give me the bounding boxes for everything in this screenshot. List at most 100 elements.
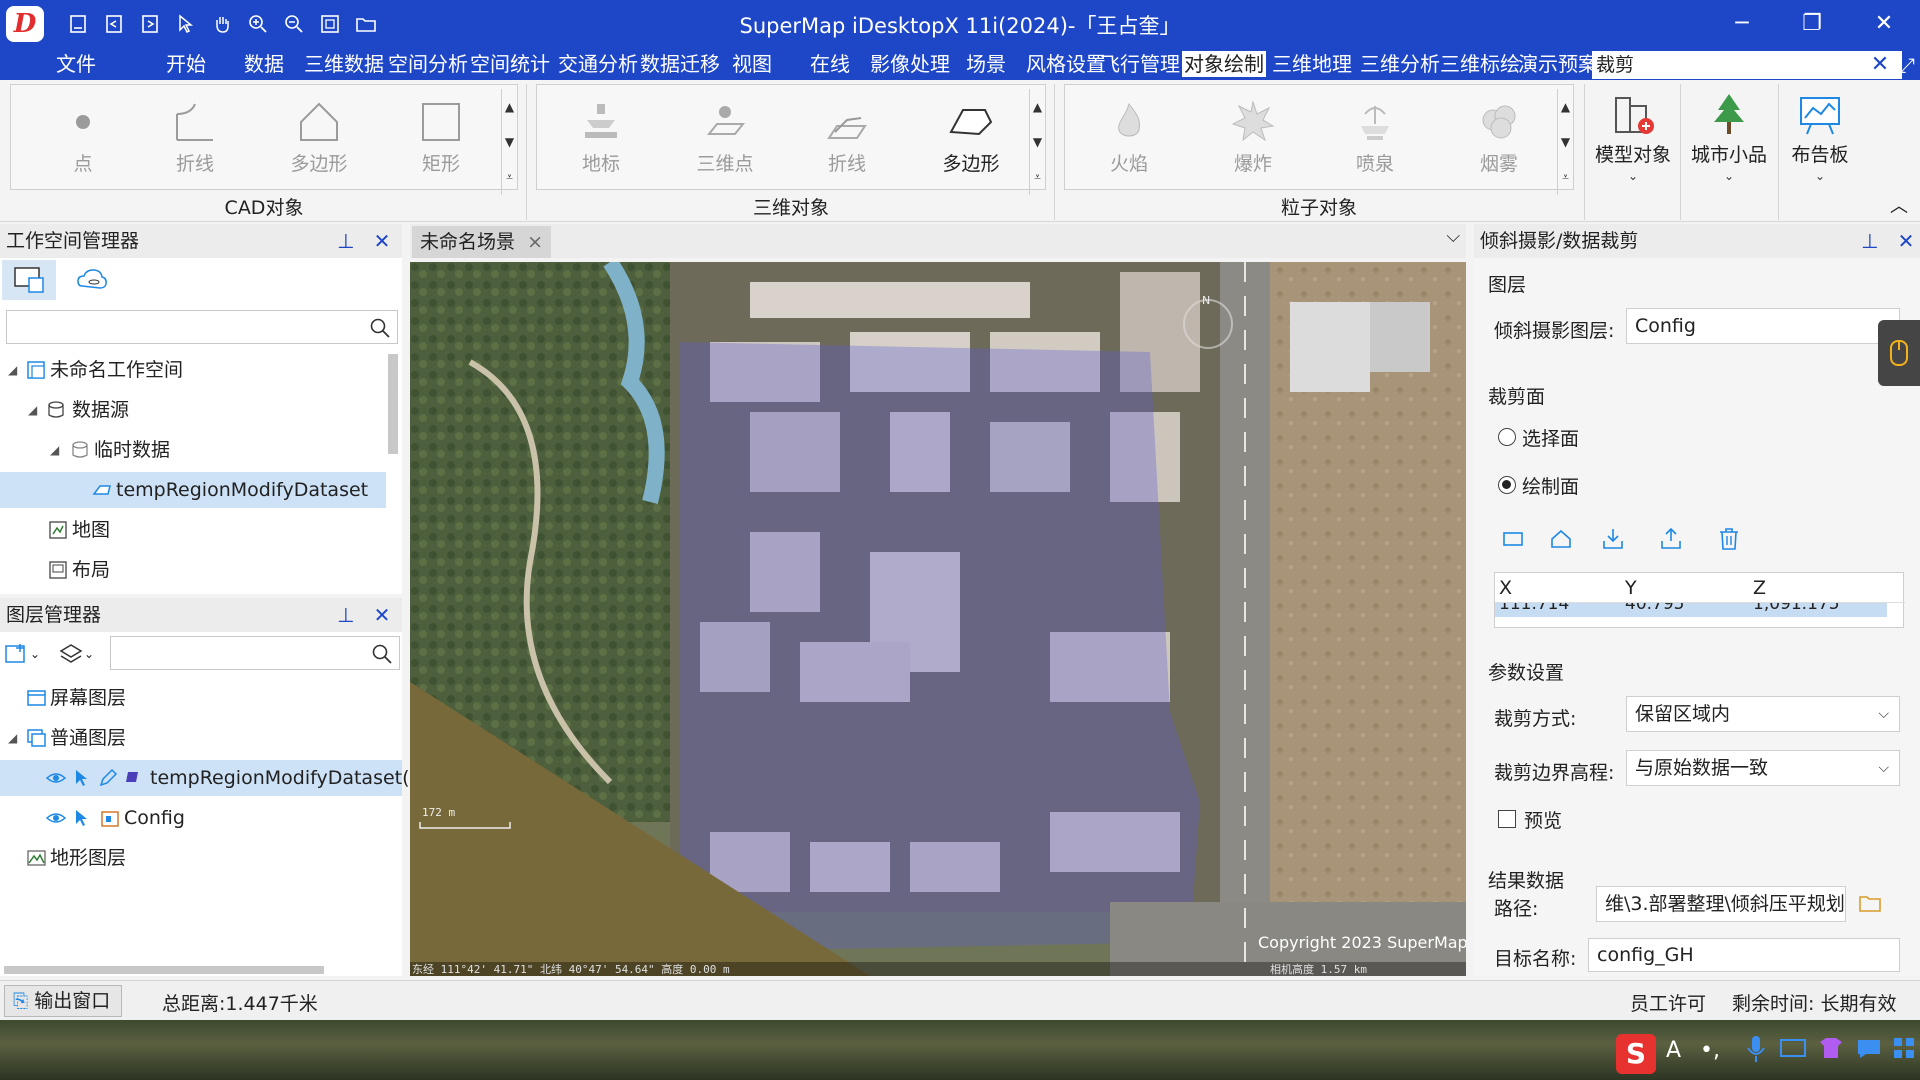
clip-mode-select[interactable]: 保留区域内 ⌵ xyxy=(1626,696,1900,732)
layer-item-normal[interactable]: ◢ 普通图层 xyxy=(0,720,402,756)
grid-menu-icon[interactable] xyxy=(1892,1036,1916,1065)
menu-scene[interactable]: 场景 xyxy=(966,51,1006,77)
menu-object-drawing[interactable]: 对象绘制 xyxy=(1182,51,1266,77)
layer-search-input[interactable] xyxy=(110,636,400,670)
select-face-radio[interactable] xyxy=(1498,428,1516,446)
expand-arrow-icon[interactable]: ◢ xyxy=(8,352,17,388)
pin-icon[interactable]: ⊥ xyxy=(1858,224,1882,258)
result-path-input[interactable]: 维\3.部署整理\倾斜压平规划 xyxy=(1596,886,1846,922)
chat-icon[interactable] xyxy=(1856,1036,1882,1065)
menu-demo-plan[interactable]: 演示预案 xyxy=(1518,51,1598,77)
panel-close-icon[interactable]: ✕ xyxy=(370,224,394,258)
menu-3d-data[interactable]: 三维数据 xyxy=(304,51,384,77)
layer-item-temp-dataset[interactable]: tempRegionModifyDataset( xyxy=(0,760,410,796)
scene-tab[interactable]: 未命名场景 × xyxy=(412,226,551,258)
close-button[interactable]: ✕ xyxy=(1864,8,1904,40)
tree-item-layouts[interactable]: 布局 xyxy=(0,552,386,588)
tree-scrollbar[interactable] xyxy=(388,354,398,454)
workspace-search-input[interactable] xyxy=(6,310,398,344)
panel-close-icon[interactable]: ✕ xyxy=(370,598,394,632)
fullscreen-icon[interactable]: ⤢ xyxy=(1895,52,1919,78)
3d-polyline-button[interactable]: 折线 xyxy=(797,95,897,176)
restore-button[interactable]: ❐ xyxy=(1792,8,1832,40)
ime-mode-icon[interactable]: A xyxy=(1666,1038,1681,1063)
menu-online[interactable]: 在线 xyxy=(810,51,850,77)
menu-start[interactable]: 开始 xyxy=(166,51,206,77)
city-furniture-button[interactable]: 城市小品 ⌄ xyxy=(1684,90,1774,183)
cad-polygon-button[interactable]: 多边形 xyxy=(269,95,369,176)
browse-folder-icon[interactable] xyxy=(1858,892,1884,916)
panel-close-icon[interactable]: ✕ xyxy=(1894,224,1918,258)
menu-traffic-analysis[interactable]: 交通分析 xyxy=(558,51,638,77)
workspace-tab-resources[interactable] xyxy=(70,260,114,300)
editable-pencil-icon[interactable] xyxy=(98,768,118,788)
3d-scene-viewport[interactable]: N 172 m 东经 111°42' 41.71" 北纬 40°47' 54.6… xyxy=(410,262,1466,976)
3d-polygon-button[interactable]: 多边形 xyxy=(921,95,1021,176)
add-layer-button[interactable]: ⌄ xyxy=(4,638,50,670)
selectable-arrow-icon[interactable] xyxy=(72,768,92,788)
oblique-layer-select[interactable]: Config xyxy=(1626,308,1900,344)
draw-face-radio[interactable] xyxy=(1498,476,1516,494)
menu-spatial-analysis[interactable]: 空间分析 xyxy=(388,51,468,77)
target-name-input[interactable]: config_GH xyxy=(1588,938,1900,972)
ime-logo-icon[interactable]: S xyxy=(1616,1034,1656,1074)
cad-gallery-scroller[interactable]: ▲ ▼ ⩡ xyxy=(501,89,517,195)
selectable-arrow-icon[interactable] xyxy=(72,808,92,828)
tree-item-datasources[interactable]: ◢ 数据源 xyxy=(0,392,386,428)
layer-hscrollbar[interactable] xyxy=(4,966,324,974)
table-row[interactable]: 111.714 40.795 1,091.175 xyxy=(1495,603,1887,617)
3d-gallery-scroller[interactable]: ▲ ▼ ⩡ xyxy=(1029,89,1045,195)
keyboard-icon[interactable] xyxy=(1780,1038,1806,1063)
particle-flame-button[interactable]: 火焰 xyxy=(1079,95,1179,176)
coordinate-table[interactable]: X Y Z 111.714 40.795 1,091.175 xyxy=(1494,572,1905,628)
export-icon[interactable] xyxy=(1656,524,1686,554)
preview-checkbox[interactable] xyxy=(1498,810,1516,828)
menu-spatial-statistics[interactable]: 空间统计 xyxy=(470,51,550,77)
model-object-button[interactable]: 模型对象 ⌄ xyxy=(1590,90,1676,183)
menu-data-migration[interactable]: 数据迁移 xyxy=(640,51,720,77)
ribbon-search-input[interactable]: 裁剪 xyxy=(1592,51,1902,79)
layer-item-config[interactable]: Config xyxy=(0,800,402,836)
boundary-elevation-select[interactable]: 与原始数据一致 ⌵ xyxy=(1626,750,1900,786)
visible-eye-icon[interactable] xyxy=(46,808,66,828)
draw-polygon-icon[interactable] xyxy=(1546,524,1576,554)
collapse-ribbon-icon[interactable]: ︿ xyxy=(1890,192,1908,218)
expand-arrow-icon[interactable]: ◢ xyxy=(28,392,37,428)
cad-point-button[interactable]: 点 xyxy=(33,95,133,176)
pin-icon[interactable]: ⊥ xyxy=(334,598,358,632)
menu-3d-geography[interactable]: 三维地理 xyxy=(1272,51,1352,77)
menu-3d-plotting[interactable]: 三维标绘 xyxy=(1440,51,1520,77)
layer-style-button[interactable]: ⌄ xyxy=(58,638,104,670)
scene-tab-close-icon[interactable]: × xyxy=(527,231,543,253)
menu-data[interactable]: 数据 xyxy=(244,51,284,77)
pin-icon[interactable]: ⊥ xyxy=(334,224,358,258)
menu-flight-management[interactable]: 飞行管理 xyxy=(1100,51,1180,77)
delete-trash-icon[interactable] xyxy=(1714,524,1744,554)
menu-view[interactable]: 视图 xyxy=(732,51,772,77)
tree-item-temp-data[interactable]: ◢ 临时数据 xyxy=(0,432,386,468)
layer-item-screen[interactable]: 屏幕图层 xyxy=(0,680,402,716)
particle-smoke-button[interactable]: 烟雾 xyxy=(1449,95,1549,176)
microphone-icon[interactable] xyxy=(1746,1034,1766,1069)
side-drawer-handle[interactable] xyxy=(1878,320,1920,386)
workspace-tab-datasource[interactable] xyxy=(2,260,56,300)
3d-point-button[interactable]: 三维点 xyxy=(675,95,775,176)
tree-item-dataset[interactable]: tempRegionModifyDataset xyxy=(0,472,386,508)
draw-rectangle-icon[interactable] xyxy=(1498,524,1528,554)
cad-rectangle-button[interactable]: 矩形 xyxy=(391,95,491,176)
particle-explosion-button[interactable]: 爆炸 xyxy=(1203,95,1303,176)
scene-tab-dropdown-icon[interactable]: ⌵ xyxy=(1446,226,1460,247)
expand-arrow-icon[interactable]: ◢ xyxy=(50,432,59,468)
output-window-button[interactable]: ⎘ 输出窗口 xyxy=(4,985,122,1017)
tree-item-workspace[interactable]: ◢ 未命名工作空间 xyxy=(0,352,386,388)
menu-file[interactable]: 文件 xyxy=(56,51,96,77)
visible-eye-icon[interactable] xyxy=(46,768,66,788)
ime-punctuation-icon[interactable]: •, xyxy=(1700,1038,1720,1063)
menu-image-processing[interactable]: 影像处理 xyxy=(870,51,950,77)
menu-3d-analysis[interactable]: 三维分析 xyxy=(1360,51,1440,77)
billboard-button[interactable]: 布告板 ⌄ xyxy=(1782,90,1858,183)
3d-landmark-button[interactable]: 地标 xyxy=(551,95,651,176)
expand-arrow-icon[interactable]: ◢ xyxy=(8,720,17,756)
search-clear-icon[interactable]: ✕ xyxy=(1866,51,1894,79)
particle-gallery-scroller[interactable]: ▲ ▼ ⩡ xyxy=(1557,89,1573,195)
